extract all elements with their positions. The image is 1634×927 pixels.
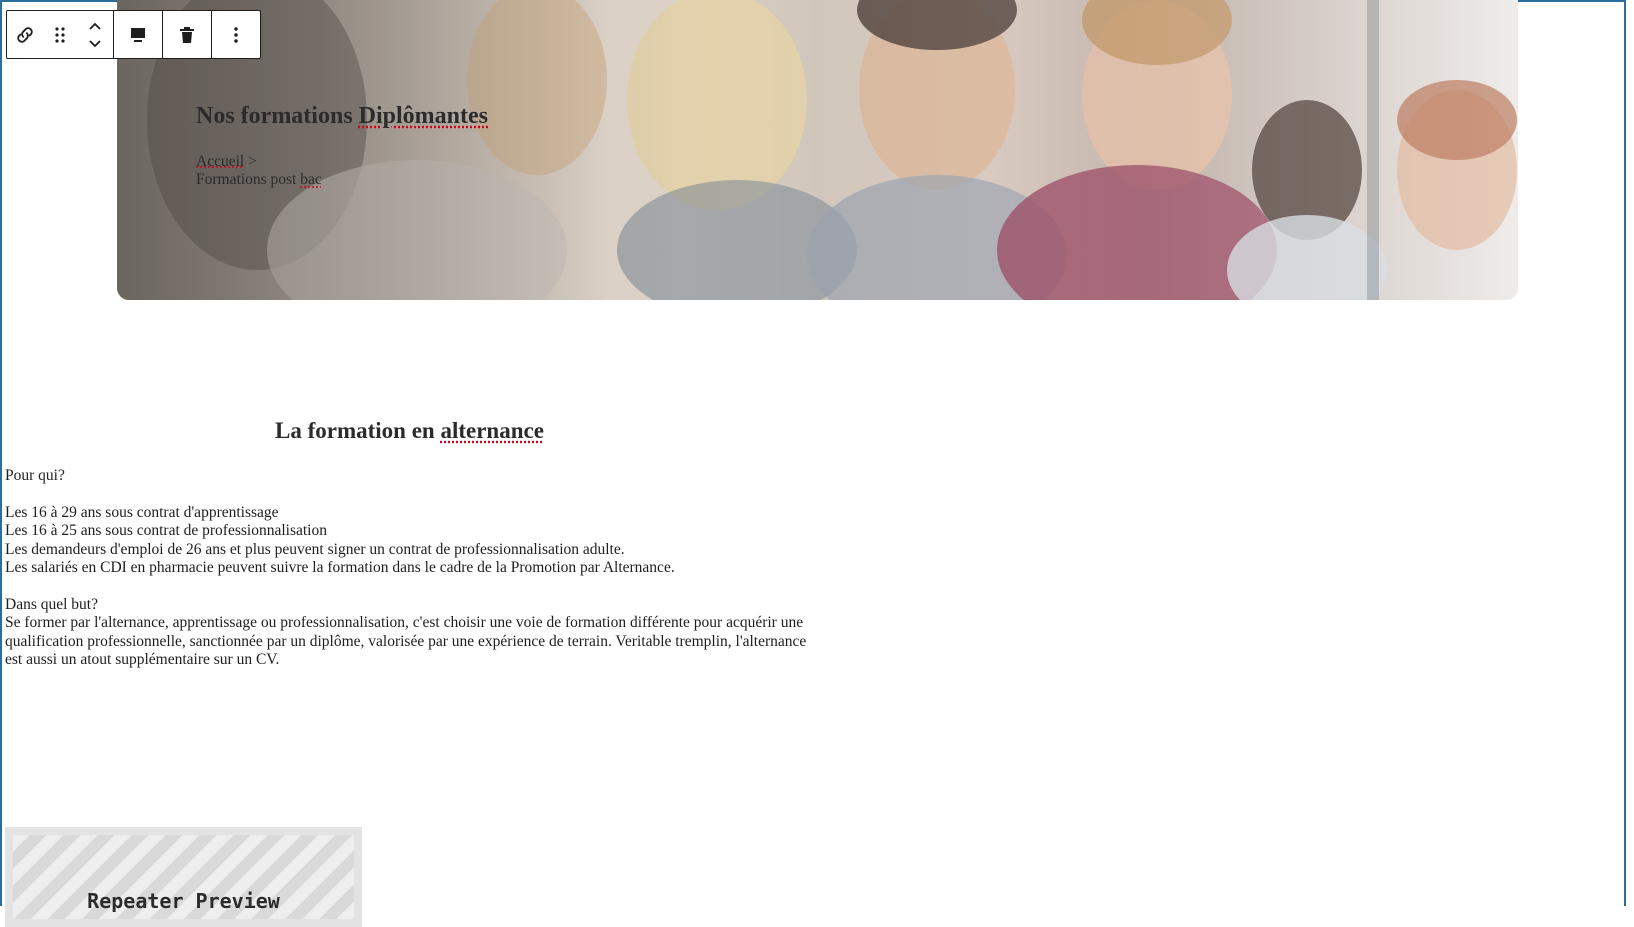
repeater-placeholder: Repeater Preview: [13, 835, 354, 919]
toolbar-group-nav: [7, 11, 114, 58]
who-heading: Pour qui?: [5, 467, 65, 484]
toolbar-group-delete: [163, 11, 212, 58]
breadcrumb-current: Formations post: [196, 171, 301, 188]
breadcrumb-home-link[interactable]: Accueil: [196, 153, 244, 170]
section-title-underlined: alternance: [440, 418, 544, 443]
why-text: Se former par l'alternance, apprentissag…: [5, 614, 807, 669]
link-icon[interactable]: [7, 11, 42, 58]
who-item: Les 16 à 29 ans sous contrat d'apprentis…: [5, 503, 279, 521]
hero-banner[interactable]: Nos formations Diplômantes Accueil > For…: [117, 0, 1518, 300]
block-toolbar: [6, 10, 261, 59]
toolbar-group-align: [114, 11, 163, 58]
hero-title-underlined: Diplômantes: [358, 103, 488, 129]
section-title-text: La formation en: [275, 418, 441, 443]
breadcrumb-separator: >: [244, 153, 257, 170]
toolbar-group-more: [212, 11, 260, 58]
hero-overlay: [117, 0, 1518, 300]
more-options-icon[interactable]: [212, 11, 260, 58]
hero-title-text: Nos formations: [196, 103, 359, 129]
section-title[interactable]: La formation en alternance: [275, 418, 544, 444]
block-align-icon[interactable]: [114, 11, 162, 58]
trash-icon[interactable]: [163, 11, 211, 58]
repeater-preview-block[interactable]: Repeater Preview: [5, 827, 362, 927]
breadcrumb-current-underlined: bac: [300, 171, 322, 188]
move-down-icon[interactable]: [88, 35, 102, 53]
who-item: Les 16 à 25 ans sous contrat de professi…: [5, 522, 327, 540]
why-heading: Dans quel but?: [5, 595, 98, 613]
move-up-icon[interactable]: [88, 17, 102, 35]
who-item: Les salariés en CDI en pharmacie peuvent…: [5, 559, 675, 577]
drag-handle-icon[interactable]: [42, 11, 77, 58]
breadcrumb: Accueil > Formations post bac: [196, 153, 322, 189]
repeater-preview-label: Repeater Preview: [87, 889, 280, 913]
who-item: Les demandeurs d'emploi de 26 ans et plu…: [5, 540, 625, 558]
content-block[interactable]: Pour qui? Les 16 à 29 ans sous contrat d…: [5, 467, 815, 669]
hero-title[interactable]: Nos formations Diplômantes: [196, 103, 488, 130]
block-movers: [77, 11, 113, 58]
